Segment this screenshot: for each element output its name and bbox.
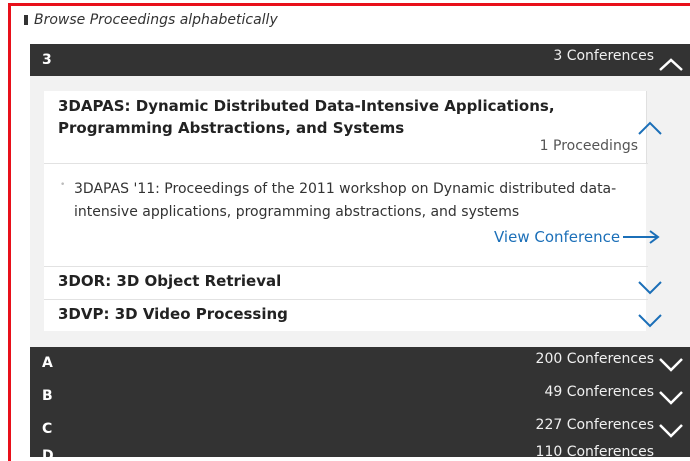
conference-count: 49 Conferences bbox=[544, 384, 654, 400]
chevron-down-icon[interactable] bbox=[658, 423, 684, 439]
browse-heading: Browse Proceedings alphabetically bbox=[24, 12, 278, 28]
conference-title-3dvp[interactable]: 3DVP: 3D Video Processing bbox=[58, 303, 288, 325]
view-conference-link[interactable]: View Conference bbox=[494, 228, 620, 246]
conference-count: 3 Conferences bbox=[553, 48, 654, 64]
browse-heading-text: Browse Proceedings alphabetically bbox=[34, 12, 278, 28]
letter-label: A bbox=[42, 355, 53, 371]
chevron-down-icon[interactable] bbox=[637, 313, 663, 329]
chevron-down-icon[interactable] bbox=[658, 390, 684, 406]
conference-title-3dor[interactable]: 3DOR: 3D Object Retrieval bbox=[58, 270, 281, 292]
letter-label: 3 bbox=[42, 52, 52, 68]
chevron-down-icon[interactable] bbox=[658, 357, 684, 373]
proceedings-count: 1 Proceedings bbox=[539, 138, 638, 154]
chevron-up-icon[interactable] bbox=[658, 56, 684, 72]
heading-bullet bbox=[24, 15, 28, 25]
conference-count: 110 Conferences bbox=[535, 444, 654, 459]
letter-label: C bbox=[42, 421, 53, 437]
letter-label: D bbox=[42, 448, 54, 459]
list-bullet: • bbox=[60, 180, 66, 190]
arrow-right-icon[interactable] bbox=[622, 230, 660, 244]
chevron-up-icon[interactable] bbox=[637, 120, 663, 136]
conference-title-3dapas[interactable]: 3DAPAS: Dynamic Distributed Data-Intensi… bbox=[58, 95, 578, 139]
divider bbox=[44, 299, 648, 300]
proceeding-title[interactable]: 3DAPAS '11: Proceedings of the 2011 work… bbox=[74, 178, 644, 224]
divider bbox=[44, 163, 648, 164]
letter-bar-b[interactable]: B 49 Conferences bbox=[30, 380, 690, 412]
divider bbox=[44, 266, 648, 267]
conference-count: 200 Conferences bbox=[535, 351, 654, 367]
letter-bar-a[interactable]: A 200 Conferences bbox=[30, 347, 690, 379]
letter-label: B bbox=[42, 388, 53, 404]
chevron-down-icon[interactable] bbox=[637, 280, 663, 296]
letter-bar-d[interactable]: D 110 Conferences bbox=[30, 440, 690, 459]
letter-bar-3[interactable]: 3 3 Conferences bbox=[30, 44, 690, 76]
conference-count: 227 Conferences bbox=[535, 417, 654, 433]
